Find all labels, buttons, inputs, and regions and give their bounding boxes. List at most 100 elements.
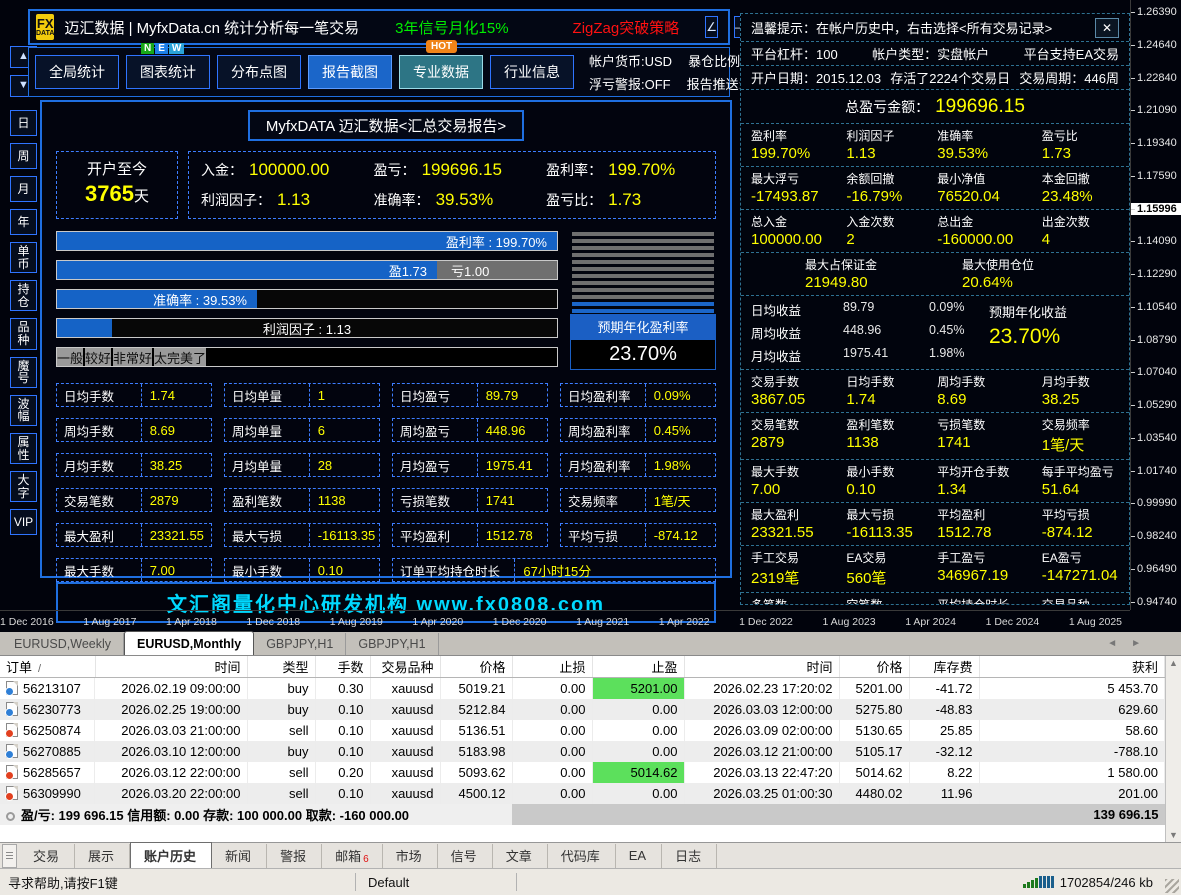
tab-scroll-right-icon[interactable]: ► xyxy=(1131,638,1141,649)
stat: 周均手数 8.69 xyxy=(937,375,986,408)
stat-cell: 月均手数 38.25 xyxy=(56,453,212,477)
date-tick: 1 Dec 2018 xyxy=(246,615,301,628)
table-header-row[interactable]: 订单 / 时间 类型 手数 交易品种 价格 止损 止盈 时间 价格 库存费 获利 xyxy=(0,656,1165,678)
col-tp[interactable]: 止盈 xyxy=(592,656,685,678)
sidebar-button[interactable]: 波幅 xyxy=(10,394,37,426)
stat-cell: 最小手数 0.10 xyxy=(224,558,380,582)
date-tick: 1 Aug 2019 xyxy=(329,615,383,628)
sidebar-button[interactable]: 魔号 xyxy=(10,356,37,388)
sidebar-button[interactable]: 大字 xyxy=(10,471,37,503)
rating-segment: 非常好 xyxy=(113,348,153,366)
price-tick: 1.14090 xyxy=(1131,235,1181,247)
terminal-tab[interactable]: 交易 xyxy=(20,843,76,868)
balance-summary-row: 盈/亏: 199 696.15 信用额: 0.00 存款: 100 000.00… xyxy=(0,803,1165,825)
report-screenshot-button[interactable]: 报告截图 xyxy=(308,55,392,89)
dock-handle[interactable] xyxy=(2,843,17,868)
stat: 手工交易 2319笔 xyxy=(751,551,800,587)
terminal-tab[interactable]: 信号 xyxy=(438,843,493,868)
col-profit[interactable]: 获利 xyxy=(979,656,1165,678)
stat-cell: 月均盈亏 1975.41 xyxy=(392,453,548,477)
platform-info-row: 平台杠杆：100 帐户类型：实盘帐户 平台支持EA交易 xyxy=(741,42,1129,66)
col-sl[interactable]: 止损 xyxy=(512,656,593,678)
history-row[interactable]: 56213107 2026.02.19 09:00:00 buy 0.30 xa… xyxy=(0,677,1165,699)
history-row[interactable]: 56309990 2026.03.20 22:00:00 sell 0.10 x… xyxy=(0,782,1165,804)
strategy-promo-text: ZigZag突破策略 xyxy=(572,19,680,37)
terminal-tab[interactable]: 警报 xyxy=(267,843,323,868)
scroll-up-icon[interactable]: ▲ xyxy=(1169,658,1178,668)
history-row[interactable]: 56285657 2026.03.12 22:00:00 sell 0.20 x… xyxy=(0,761,1165,783)
resize-grip[interactable] xyxy=(1165,879,1179,893)
sidebar-button[interactable]: VIP xyxy=(10,509,37,536)
col-symbol[interactable]: 交易品种 xyxy=(370,656,441,678)
tool-line-button[interactable]: ∠ xyxy=(705,16,718,38)
app-title: 迈汇数据 | MyfxData.cn 统计分析每一笔交易 xyxy=(64,19,360,37)
terminal-tab[interactable]: 展示 xyxy=(75,843,131,868)
stat-cell: 平均盈利 1512.78 xyxy=(392,523,548,547)
terminal-tab[interactable]: 市场 xyxy=(383,843,438,868)
terminal-tab[interactable]: 代码库 xyxy=(548,843,616,868)
col-swap[interactable]: 库存费 xyxy=(909,656,980,678)
profile-name[interactable]: Default xyxy=(356,875,516,890)
order-type-icon xyxy=(5,702,18,717)
col-open-time[interactable]: 时间 xyxy=(95,656,248,678)
sidebar-button[interactable]: 日 xyxy=(10,110,37,136)
chart-tab[interactable]: EURUSD,Weekly xyxy=(2,633,125,655)
table-scrollbar[interactable]: ▲ ▼ xyxy=(1165,656,1181,842)
terminal-tab[interactable]: 文章 xyxy=(493,843,548,868)
history-row[interactable]: 56230773 2026.02.25 19:00:00 buy 0.10 xa… xyxy=(0,698,1165,720)
stat-cell: 月均单量 28 xyxy=(224,453,380,477)
col-type[interactable]: 类型 xyxy=(247,656,316,678)
stat: EA交易 560笔 xyxy=(846,551,887,587)
col-order[interactable]: 订单 / xyxy=(0,656,96,678)
stat: 准确率 39.53% xyxy=(937,129,989,162)
stat-cell: 周均盈亏 448.96 xyxy=(392,418,548,442)
mail-count-badge: 6 xyxy=(363,853,369,865)
price-tick: 1.21090 xyxy=(1131,104,1181,116)
stat: 日均手数 1.74 xyxy=(846,375,895,408)
sidebar-button[interactable]: 年 xyxy=(10,209,37,235)
col-close-price[interactable]: 价格 xyxy=(839,656,910,678)
signal-promo-text: 3年信号月化15% xyxy=(395,19,509,37)
chart-tab[interactable]: EURUSD,Monthly xyxy=(124,631,255,655)
global-stats-button[interactable]: 全局统计 xyxy=(35,55,119,89)
scroll-down-icon[interactable]: ▼ xyxy=(1169,830,1178,840)
industry-info-button[interactable]: 行业信息 xyxy=(490,55,574,89)
stat: 月均手数 38.25 xyxy=(1041,375,1090,408)
accuracy-bar: 准确率 : 39.53% xyxy=(56,289,558,309)
tab-scroll-left-icon[interactable]: ◄ xyxy=(1107,638,1117,649)
chart-tab[interactable]: GBPJPY,H1 xyxy=(254,633,347,655)
sidebar-button[interactable]: 单币 xyxy=(10,242,37,274)
terminal-tab[interactable]: 邮箱 6 xyxy=(322,843,383,868)
stat: 平均开仓手数 1.34 xyxy=(937,465,1010,498)
terminal-tab[interactable]: 账户历史 xyxy=(130,841,213,868)
sidebar-button[interactable]: 周 xyxy=(10,143,37,169)
sidebar-button[interactable]: 属性 xyxy=(10,432,37,465)
terminal-tab[interactable]: 日志 xyxy=(662,843,718,868)
sidebar-button[interactable]: 月 xyxy=(10,176,37,202)
sidebar-button[interactable]: 品种 xyxy=(10,318,37,350)
order-type-icon xyxy=(5,723,18,738)
sidebar-button[interactable]: 持仓 xyxy=(10,280,37,312)
pro-data-button[interactable]: 专业数据 HOT xyxy=(399,40,483,89)
terminal-bottom-panel: EURUSD,Weekly EURUSD,Monthly GBPJPY,H1 GBPJ… xyxy=(0,631,1181,895)
history-row[interactable]: 56270885 2026.03.10 12:00:00 buy 0.10 xa… xyxy=(0,740,1165,762)
order-type-icon xyxy=(5,681,18,696)
terminal-tab[interactable]: EA xyxy=(616,843,663,868)
col-open-price[interactable]: 价格 xyxy=(440,656,513,678)
stat-cell: 交易笔数 2879 xyxy=(56,488,212,512)
chart-stats-button[interactable]: 图表统计 NEW xyxy=(126,43,210,89)
summary-report-panel: MyfxDATA 迈汇数据<汇总交易报告> 开户至今 3765天 入金： 1000… xyxy=(40,100,732,623)
date-tick: 1 Apr 2024 xyxy=(905,615,956,628)
distribution-plot-button[interactable]: 分布点图 xyxy=(217,55,301,89)
chart-tab[interactable]: GBPJPY,H1 xyxy=(346,633,439,655)
history-row[interactable]: 56250874 2026.03.03 21:00:00 sell 0.10 x… xyxy=(0,719,1165,741)
date-tick: 1 Aug 2021 xyxy=(576,615,630,628)
summary-metric: 准确率： 39.53% xyxy=(373,190,494,209)
terminal-tab[interactable]: 新闻 xyxy=(212,843,268,868)
win-loss-ratio-bar: 盈1.73 亏1.00 xyxy=(56,260,558,280)
col-close-time[interactable]: 时间 xyxy=(684,656,840,678)
col-lots[interactable]: 手数 xyxy=(315,656,371,678)
date-tick: 1 Aug 2017 xyxy=(83,615,137,628)
close-icon[interactable]: ✕ xyxy=(1095,17,1119,38)
stat: 交易手数 3867.05 xyxy=(751,375,806,408)
